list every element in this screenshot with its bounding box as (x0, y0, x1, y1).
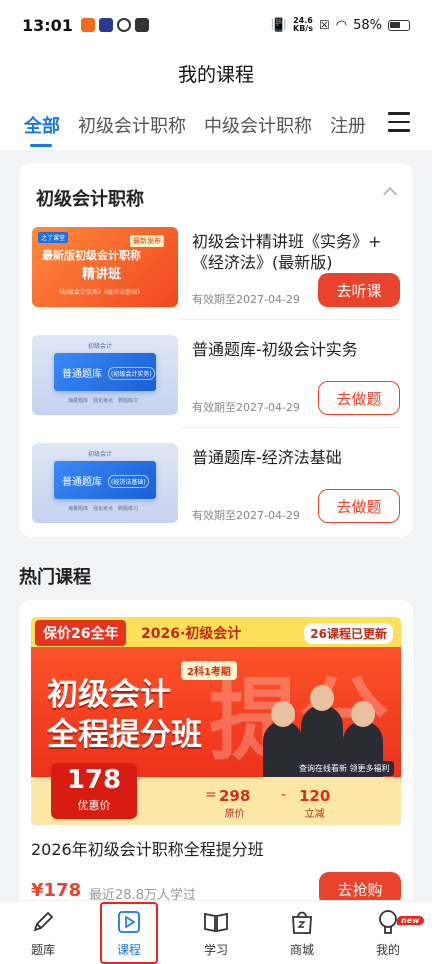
tabbar-item-study[interactable]: 学习 (186, 909, 246, 958)
course-name: 普通题库-初级会计实务 (192, 340, 358, 359)
thumb-title: 普通题库 (62, 477, 102, 488)
thumb-tag: 最新发布 (130, 235, 164, 247)
course-name: 初级会计精讲班《实务》+《经济法》(最新版) (192, 232, 382, 272)
thumb-foot: 海量题库 强化考点 刷题练习 (68, 398, 139, 404)
page-title: 我的课程 (177, 64, 254, 86)
practice-button[interactable]: 去做题 (318, 489, 400, 523)
hot-course-card[interactable]: 保价26全年 2026·初级会计 26课程已更新 提分 2科1考期 初级会计 全… (19, 600, 413, 900)
banner-update-badge: 26课程已更新 (304, 623, 393, 644)
course-expire: 有效期至2027-04-29 (192, 293, 300, 306)
banner-live-tag: 查询在线看新 领更多福利 (295, 761, 394, 776)
tab-all[interactable]: 全部 (24, 112, 60, 138)
speed-unit: KB/s (293, 24, 313, 33)
divider (179, 319, 400, 320)
my-courses-card: 初级会计职称 之了课堂 最新发布 最新版初级会计职称 精讲班 《初级会计实务》《… (19, 163, 413, 537)
tab-junior-accounting[interactable]: 初级会计职称 (78, 112, 186, 138)
banner-minus: - (281, 787, 287, 803)
thumb-line3: 《初级会计实务》《经济法基础》 (56, 289, 144, 296)
thumb-pill: (经济法基础) (108, 475, 149, 488)
tabbar-item-question-bank[interactable]: 题库 (13, 909, 73, 958)
banner-eq: = (205, 787, 217, 803)
thumb-title: 普通题库 (62, 369, 102, 380)
divider (179, 427, 400, 428)
tabbar-label: 学习 (203, 943, 228, 957)
course-name: 普通题库-经济法基础 (192, 448, 342, 467)
original-value: 298 (219, 787, 251, 805)
app-notification-icon (80, 18, 95, 32)
status-bar: 13:01 📳 24.6 KB/s ☒ ◠ 58% (0, 0, 432, 50)
book-icon (204, 912, 228, 933)
course-item[interactable]: 初级会计 普通题库 (初级会计实务) 海量题库 强化考点 刷题练习 普通题库-初… (32, 335, 400, 415)
thumb-box: 普通题库 (初级会计实务) (54, 353, 156, 391)
tabbar-item-store[interactable]: 商城 (272, 909, 332, 958)
discount-value: 120 (299, 787, 331, 805)
status-time: 13:01 (22, 15, 73, 35)
chevron-up-icon[interactable] (382, 186, 398, 202)
header: 我的课程 全部 初级会计职称 中级会计职称 注册 (0, 50, 432, 150)
selection-highlight (100, 902, 158, 964)
hot-course-name: 2026年初级会计职称全程提分班 (31, 840, 264, 859)
status-right: 📳 24.6 KB/s ☒ ◠ 58% (271, 17, 410, 33)
thumb-top: 初级会计 (88, 451, 113, 458)
tab-indicator (30, 144, 52, 147)
original-label: 原价 (224, 809, 245, 820)
network-speed: 24.6 KB/s (293, 17, 313, 33)
wifi-icon: ◠ (335, 17, 348, 33)
tabbar-label: 我的 (375, 943, 400, 957)
hot-course-price: ¥178 (31, 880, 82, 900)
thumb-line1: 最新版初级会计职称 (42, 249, 141, 262)
notification-icons (80, 18, 149, 32)
banner-title-line2: 全程提分班 (47, 717, 202, 753)
banner-discount: 120 立减 (299, 787, 330, 820)
banner-title-line1: 初级会计 (47, 677, 171, 713)
banner-original-price: 298 原价 (219, 787, 250, 820)
course-thumbnail: 初级会计 普通题库 (经济法基础) 海量题库 强化考点 刷题练习 (32, 443, 178, 523)
course-thumbnail: 之了课堂 最新发布 最新版初级会计职称 精讲班 《初级会计实务》《经济法基础》 (32, 227, 178, 307)
app-notification-icon (98, 18, 113, 32)
practice-button[interactable]: 去做题 (318, 381, 400, 415)
thumb-foot: 海量题库 强化考点 刷题练习 (68, 506, 139, 512)
banner-year-tag: 2026·初级会计 (141, 626, 242, 642)
bottom-tabbar: 题库 课程 学习 商城 我的 (0, 900, 432, 964)
tab-intermediate-accounting[interactable]: 中级会计职称 (204, 112, 312, 138)
hot-course-students: 最近28.8万人学过 (89, 888, 196, 900)
banner-price: 178 (66, 765, 122, 795)
banner-subjects: 2科1考期 (181, 661, 237, 680)
discount-label: 立减 (304, 809, 325, 820)
tabbar-label: 商城 (289, 943, 314, 957)
course-expire: 有效期至2027-04-29 (192, 401, 300, 414)
category-tabs: 全部 初级会计职称 中级会计职称 注册 (24, 112, 432, 138)
battery-percent: 58% (353, 17, 382, 33)
hot-section-title: 热门课程 (19, 567, 91, 588)
banner-price-tag: 保价26全年 (35, 620, 127, 646)
pencil-icon (33, 911, 54, 932)
thumb-top: 初级会计 (88, 343, 113, 350)
course-thumbnail: 初级会计 普通题库 (初级会计实务) 海量题库 强化考点 刷题练习 (32, 335, 178, 415)
banner-price-label: 优惠价 (77, 799, 111, 812)
course-banner[interactable]: 保价26全年 2026·初级会计 26课程已更新 提分 2科1考期 初级会计 全… (31, 617, 401, 825)
thumb-box: 普通题库 (经济法基础) (54, 461, 156, 499)
banner-price-ribbon: 178 优惠价 (51, 763, 137, 819)
shopping-bag-icon (292, 911, 312, 934)
app-notification-icon (134, 18, 149, 32)
app-notification-icon (116, 18, 131, 32)
menu-icon[interactable] (388, 112, 410, 134)
course-expire: 有效期至2027-04-29 (192, 509, 300, 522)
buy-button[interactable]: 去抢购 (319, 872, 401, 900)
course-item[interactable]: 初级会计 普通题库 (经济法基础) 海量题库 强化考点 刷题练习 普通题库-经济… (32, 443, 400, 523)
section-title: 初级会计职称 (36, 189, 144, 210)
listen-button[interactable]: 去听课 (318, 273, 400, 307)
vibrate-icon: 📳 (270, 17, 287, 33)
thumb-line2: 精讲班 (82, 267, 122, 282)
no-sim-icon: ☒ (318, 18, 330, 32)
tabbar-label: 题库 (30, 943, 55, 957)
tab-cpa[interactable]: 注册 (330, 112, 366, 138)
course-item[interactable]: 之了课堂 最新发布 最新版初级会计职称 精讲班 《初级会计实务》《经济法基础》 … (32, 227, 400, 307)
brand-logo: 之了课堂 (38, 232, 69, 243)
thumb-pill: (初级会计实务) (108, 367, 155, 380)
battery-icon (388, 19, 410, 31)
new-badge: new (397, 916, 424, 925)
